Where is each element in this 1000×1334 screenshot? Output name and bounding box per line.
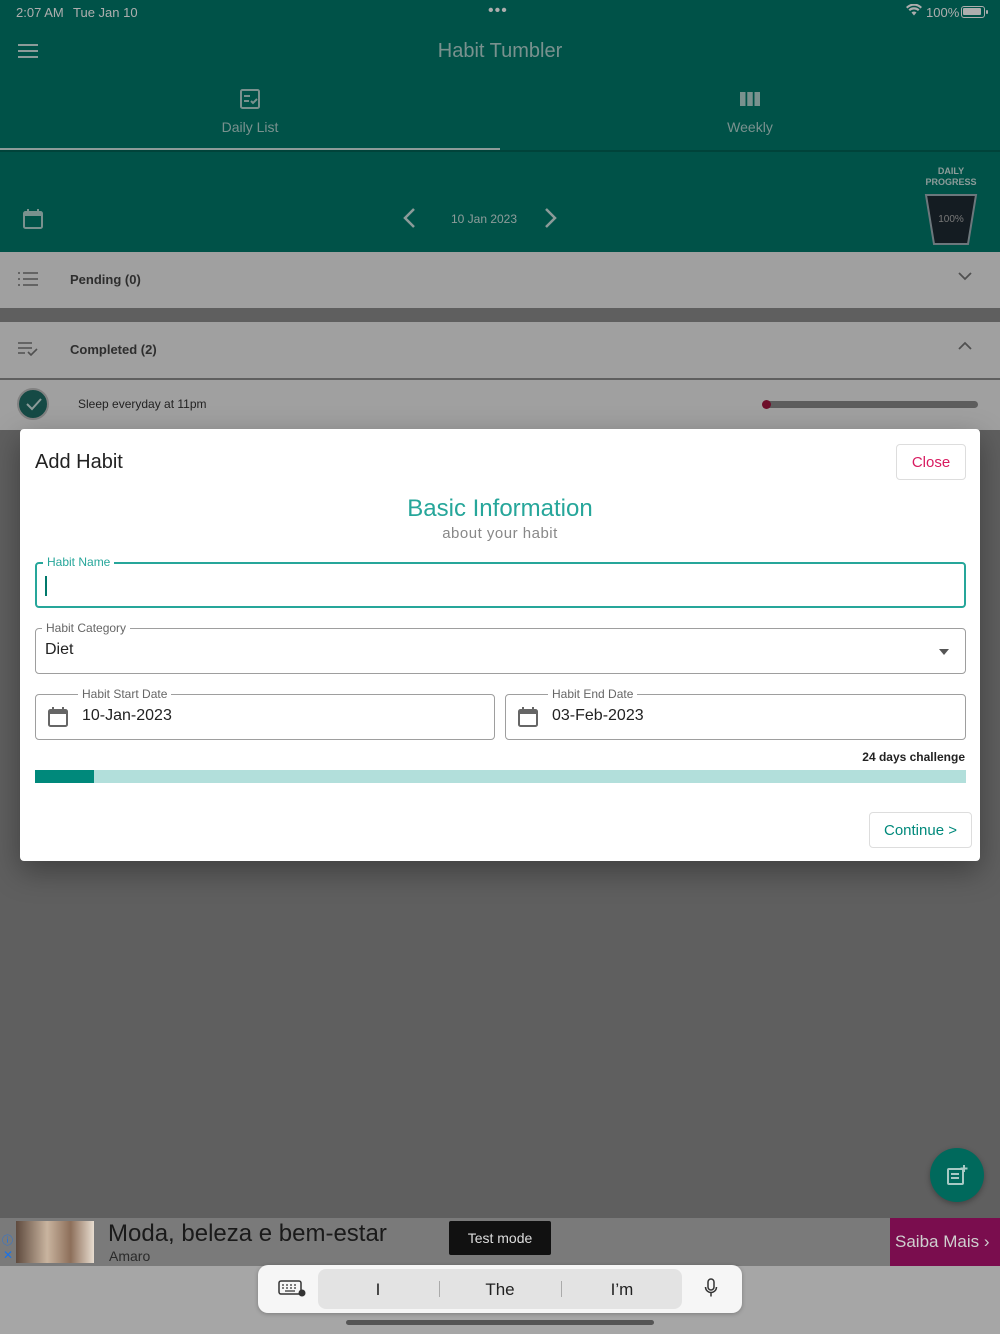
calendar-icon[interactable] bbox=[48, 707, 68, 732]
dropdown-arrow-icon bbox=[939, 649, 949, 655]
challenge-duration: 24 days challenge bbox=[862, 750, 965, 764]
suggestion-2[interactable]: The bbox=[440, 1280, 560, 1300]
ad-info-icon[interactable]: ⓘ bbox=[2, 1232, 13, 1248]
ad-banner[interactable]: ⓘ ✕ Moda, beleza e bem-estar Amaro Test … bbox=[0, 1218, 1000, 1266]
habit-start-date-label: Habit Start Date bbox=[78, 687, 172, 701]
habit-category-label: Habit Category bbox=[42, 621, 131, 635]
add-habit-fab[interactable] bbox=[930, 1148, 984, 1202]
ad-image[interactable] bbox=[16, 1221, 94, 1263]
keyboard-shortcut-bar: I The I’m bbox=[258, 1265, 742, 1313]
habit-start-date-field[interactable]: Habit Start Date 10-Jan-2023 bbox=[35, 687, 495, 740]
add-note-icon bbox=[947, 1165, 968, 1185]
habit-category-select[interactable]: Habit Category Diet bbox=[35, 621, 966, 674]
add-habit-dialog: Add Habit Close Basic Information about … bbox=[20, 429, 980, 861]
section-subheading: about your habit bbox=[442, 525, 558, 542]
suggestion-1[interactable]: I bbox=[318, 1280, 438, 1300]
habit-name-field[interactable]: Habit Name bbox=[35, 555, 966, 608]
ad-cta-label: Saiba Mais bbox=[895, 1232, 980, 1251]
habit-end-date-field[interactable]: Habit End Date 03-Feb-2023 bbox=[505, 687, 966, 740]
continue-button[interactable]: Continue > bbox=[869, 812, 972, 848]
suggestion-3[interactable]: I’m bbox=[562, 1280, 682, 1300]
chevron-right-icon: › bbox=[983, 1232, 990, 1251]
calendar-icon[interactable] bbox=[518, 707, 538, 732]
habit-start-date-value: 10-Jan-2023 bbox=[82, 707, 172, 724]
habit-end-date-label: Habit End Date bbox=[548, 687, 638, 701]
text-cursor bbox=[45, 576, 47, 596]
ad-test-mode-label: Test mode bbox=[449, 1221, 551, 1255]
keyboard-suggestions: I The I’m bbox=[318, 1269, 682, 1309]
habit-name-label: Habit Name bbox=[43, 555, 115, 569]
close-button[interactable]: Close bbox=[896, 444, 966, 480]
keyboard-icon[interactable] bbox=[278, 1279, 306, 1302]
habit-end-date-value: 03-Feb-2023 bbox=[552, 707, 644, 724]
ad-advertiser: Amaro bbox=[109, 1248, 151, 1264]
ad-close-icon[interactable]: ✕ bbox=[3, 1248, 13, 1262]
habit-category-value: Diet bbox=[45, 641, 74, 658]
ad-headline[interactable]: Moda, beleza e bem-estar bbox=[108, 1220, 387, 1248]
challenge-progress-bar bbox=[35, 770, 966, 783]
ad-cta-button[interactable]: Saiba Mais › bbox=[890, 1218, 1000, 1266]
challenge-progress-fill bbox=[35, 770, 94, 783]
home-indicator[interactable] bbox=[346, 1320, 654, 1325]
section-heading: Basic Information bbox=[407, 495, 593, 522]
microphone-icon[interactable] bbox=[704, 1278, 718, 1303]
dialog-title: Add Habit bbox=[35, 451, 123, 473]
